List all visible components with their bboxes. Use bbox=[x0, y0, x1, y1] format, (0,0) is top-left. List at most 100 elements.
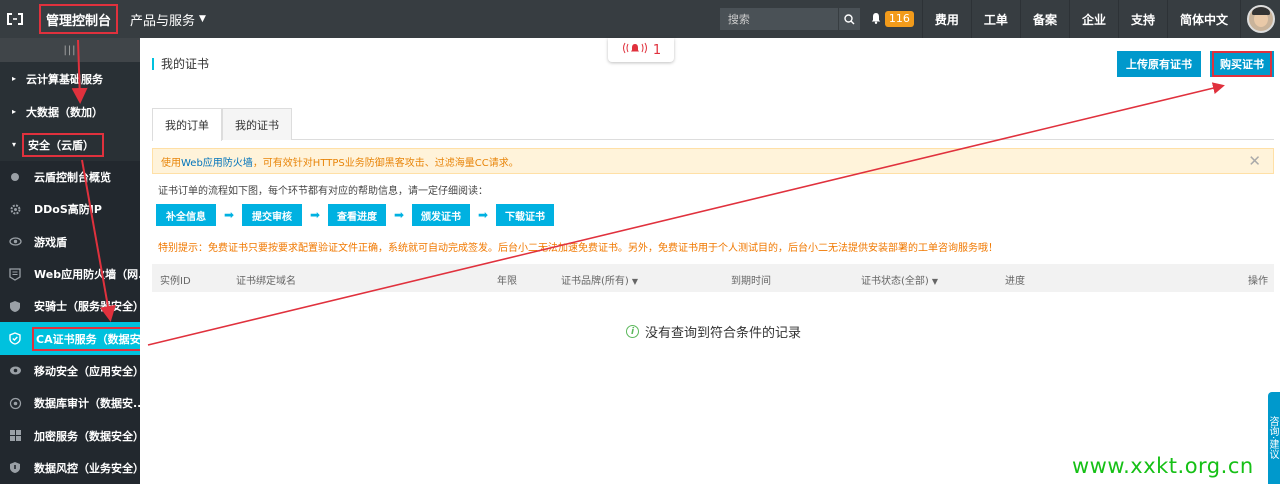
alarm-widget[interactable]: 1 bbox=[608, 38, 674, 62]
console-label: 管理控制台 bbox=[46, 13, 112, 29]
page-title: 我的证书 bbox=[152, 58, 209, 70]
sidebar-item-label: CA证书服务（数据安... bbox=[32, 326, 140, 351]
alarm-bell-icon bbox=[621, 41, 649, 59]
sidebar-item-label: 云盾控制台概览 bbox=[34, 171, 111, 185]
step-submit-review[interactable]: 提交审核 bbox=[242, 204, 302, 226]
sidebar-item-server-guard[interactable]: 安骑士（服务器安全） bbox=[0, 290, 140, 322]
nav-icp-filing[interactable]: 备案 bbox=[1019, 0, 1069, 38]
sidebar-item-mobile-security[interactable]: 移动安全（应用安全） bbox=[0, 355, 140, 387]
certificate-icon bbox=[8, 332, 22, 346]
shield-icon bbox=[8, 299, 22, 313]
column-brand-filter[interactable]: 证书品牌(所有) ▼ bbox=[561, 272, 638, 287]
arrow-right-icon: ➡ bbox=[309, 208, 321, 222]
feedback-float-tab[interactable]: 咨询·建议 bbox=[1268, 392, 1280, 484]
tab-my-certificates[interactable]: 我的证书 bbox=[222, 108, 292, 140]
buy-certificate-button[interactable]: 购买证书 bbox=[1210, 51, 1274, 77]
column-domain: 证书绑定域名 bbox=[236, 276, 296, 287]
sidebar: ||| ▸ 云计算基础服务 ▸ 大数据（数加） ▾ 安全（云盾） 云盾控制台概览… bbox=[0, 38, 140, 484]
chevron-right-icon: ▸ bbox=[12, 107, 17, 116]
sidebar-group-security[interactable]: ▾ 安全（云盾） bbox=[0, 128, 140, 161]
sidebar-item-risk-control[interactable]: 数据风控（业务安全） bbox=[0, 452, 140, 484]
sidebar-item-label: 数据风控（业务安全） bbox=[34, 461, 140, 475]
info-icon: i bbox=[626, 325, 639, 338]
sidebar-item-label: 移动安全（应用安全） bbox=[34, 364, 140, 378]
sidebar-item-security-overview[interactable]: 云盾控制台概览 bbox=[0, 161, 140, 193]
eye-icon bbox=[8, 235, 22, 249]
sidebar-item-waf[interactable]: Web应用防火墙（网... bbox=[0, 258, 140, 290]
column-progress: 进度 bbox=[1005, 276, 1025, 287]
step-download-certificate[interactable]: 下载证书 bbox=[496, 204, 554, 226]
language-selector[interactable]: 简体中文 bbox=[1166, 0, 1240, 38]
search-icon[interactable] bbox=[837, 8, 860, 30]
nav-enterprise[interactable]: 企业 bbox=[1068, 0, 1118, 38]
column-expiry: 到期时间 bbox=[731, 276, 771, 287]
arrow-right-icon: ➡ bbox=[393, 208, 405, 222]
sidebar-item-label: 游戏盾 bbox=[34, 235, 67, 249]
main-content: 我的证书 1 上传原有证书 购买证书 我的订单 我的证书 使用 Web应用防火墙… bbox=[140, 38, 1280, 484]
flow-description: 证书订单的流程如下图，每个环节都有对应的帮助信息，请一定仔细阅读： bbox=[158, 186, 488, 197]
waf-link[interactable]: Web应用防火墙 bbox=[181, 154, 253, 169]
caret-down-icon: ▼ bbox=[931, 277, 938, 286]
nav-tickets[interactable]: 工单 bbox=[970, 0, 1020, 38]
sidebar-item-encryption[interactable]: 加密服务（数据安全） bbox=[0, 419, 140, 451]
dot-icon bbox=[8, 170, 22, 184]
close-icon[interactable]: ✕ bbox=[1248, 152, 1261, 170]
chevron-down-icon: ▾ bbox=[12, 140, 17, 149]
column-status-label: 证书状态(全部) bbox=[861, 276, 929, 287]
tab-bar: 我的订单 我的证书 bbox=[152, 108, 1274, 141]
caret-down-icon: ▼ bbox=[631, 277, 638, 286]
sidebar-item-game-shield[interactable]: 游戏盾 bbox=[0, 226, 140, 258]
sidebar-collapse-toggle[interactable]: ||| bbox=[0, 38, 140, 62]
column-years: 年限 bbox=[497, 276, 517, 287]
search-box bbox=[719, 8, 860, 30]
sidebar-group-label: 安全（云盾） bbox=[22, 132, 104, 157]
search-input[interactable] bbox=[719, 8, 838, 30]
upload-certificate-button[interactable]: 上传原有证书 bbox=[1117, 51, 1201, 77]
step-issue-certificate[interactable]: 颁发证书 bbox=[412, 204, 470, 226]
notifications-button[interactable]: 116 bbox=[870, 11, 922, 27]
sidebar-item-label: 数据库审计（数据安... bbox=[34, 397, 140, 411]
orders-table-header: 实例ID 证书绑定域名 年限 证书品牌(所有) ▼ 到期时间 证书状态(全部) ▼ … bbox=[152, 264, 1274, 292]
step-check-progress[interactable]: 查看进度 bbox=[328, 204, 386, 226]
bell-icon bbox=[870, 12, 882, 27]
sidebar-item-label: 安骑士（服务器安全） bbox=[34, 300, 140, 314]
products-menu[interactable]: 产品与服务 ▼ bbox=[130, 10, 206, 29]
top-navbar: 管理控制台 产品与服务 ▼ 116 费用 工单 备案 企业 支持 简体中文 bbox=[0, 0, 1280, 38]
chevron-down-icon: ▼ bbox=[199, 14, 206, 24]
order-flow: 补全信息 ➡ 提交审核 ➡ 查看进度 ➡ 颁发证书 ➡ 下载证书 bbox=[156, 204, 554, 226]
sidebar-group-cloud-computing[interactable]: ▸ 云计算基础服务 bbox=[0, 62, 140, 95]
database-icon bbox=[8, 396, 22, 410]
arrow-right-icon: ➡ bbox=[477, 208, 489, 222]
nav-support[interactable]: 支持 bbox=[1117, 0, 1167, 38]
sidebar-group-big-data[interactable]: ▸ 大数据（数加） bbox=[0, 95, 140, 128]
nav-billing[interactable]: 费用 bbox=[921, 0, 971, 38]
console-home-button[interactable]: 管理控制台 bbox=[39, 4, 119, 34]
avatar bbox=[1246, 5, 1275, 33]
alarm-count: 1 bbox=[652, 42, 662, 58]
chevron-right-icon: ▸ bbox=[12, 74, 17, 83]
encrypt-icon bbox=[8, 429, 22, 443]
sidebar-item-ddos[interactable]: DDoS高防IP bbox=[0, 193, 140, 225]
products-label: 产品与服务 bbox=[130, 13, 196, 29]
sidebar-group-label: 大数据（数加） bbox=[26, 105, 103, 119]
waf-notice-banner: 使用 Web应用防火墙 ，可有效针对HTTPS业务防御黑客攻击、过滤海量CC请求… bbox=[152, 148, 1274, 174]
step-complete-info[interactable]: 补全信息 bbox=[156, 204, 216, 226]
sidebar-item-label: DDoS高防IP bbox=[34, 203, 102, 217]
sidebar-item-ca-certificate[interactable]: CA证书服务（数据安... bbox=[0, 322, 140, 355]
sidebar-item-label: 加密服务（数据安全） bbox=[34, 429, 140, 443]
empty-state-text: 没有查询到符合条件的记录 bbox=[645, 326, 802, 341]
column-instance-id: 实例ID bbox=[160, 276, 191, 287]
risk-icon bbox=[8, 461, 22, 475]
user-menu[interactable] bbox=[1240, 0, 1280, 38]
tab-my-orders[interactable]: 我的订单 bbox=[152, 108, 222, 141]
mobile-icon bbox=[8, 364, 22, 378]
notification-count-badge: 116 bbox=[884, 11, 914, 27]
gear-icon bbox=[8, 202, 22, 216]
column-brand-label: 证书品牌(所有) bbox=[561, 276, 629, 287]
aliyun-logo-icon[interactable] bbox=[0, 0, 30, 38]
column-actions: 操作 bbox=[1248, 276, 1268, 287]
sidebar-item-database-audit[interactable]: 数据库审计（数据安... bbox=[0, 387, 140, 419]
column-status-filter[interactable]: 证书状态(全部) ▼ bbox=[861, 272, 938, 287]
sidebar-item-label: Web应用防火墙（网... bbox=[34, 268, 140, 282]
empty-state: i 没有查询到符合条件的记录 bbox=[626, 322, 801, 341]
